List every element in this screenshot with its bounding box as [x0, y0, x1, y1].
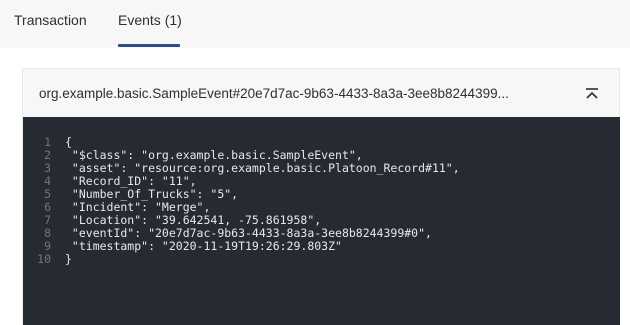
event-panel: org.example.basic.SampleEvent#20e7d7ac-9… [22, 68, 620, 325]
collapse-up-icon [586, 88, 598, 99]
tab-bar: Transaction Events (1) [0, 0, 630, 48]
active-tab-indicator [118, 44, 180, 47]
line-code: } [65, 252, 72, 266]
event-header[interactable]: org.example.basic.SampleEvent#20e7d7ac-9… [23, 69, 619, 117]
line-code: "timestamp": "2020-11-19T19:26:29.803Z" [65, 239, 342, 253]
event-title: org.example.basic.SampleEvent#20e7d7ac-9… [39, 86, 509, 101]
page: Transaction Events (1) org.example.basic… [0, 0, 630, 325]
collapse-button[interactable] [581, 83, 603, 105]
tab-transaction[interactable]: Transaction [14, 12, 87, 28]
code-line: 9 "timestamp": "2020-11-19T19:26:29.803Z… [23, 240, 620, 253]
code-line: 10 } [23, 253, 620, 266]
line-number: 10 [37, 252, 51, 266]
tab-events[interactable]: Events (1) [118, 12, 182, 28]
code-block: 1 { 2 "$class": "org.example.basic.Sampl… [23, 117, 620, 325]
